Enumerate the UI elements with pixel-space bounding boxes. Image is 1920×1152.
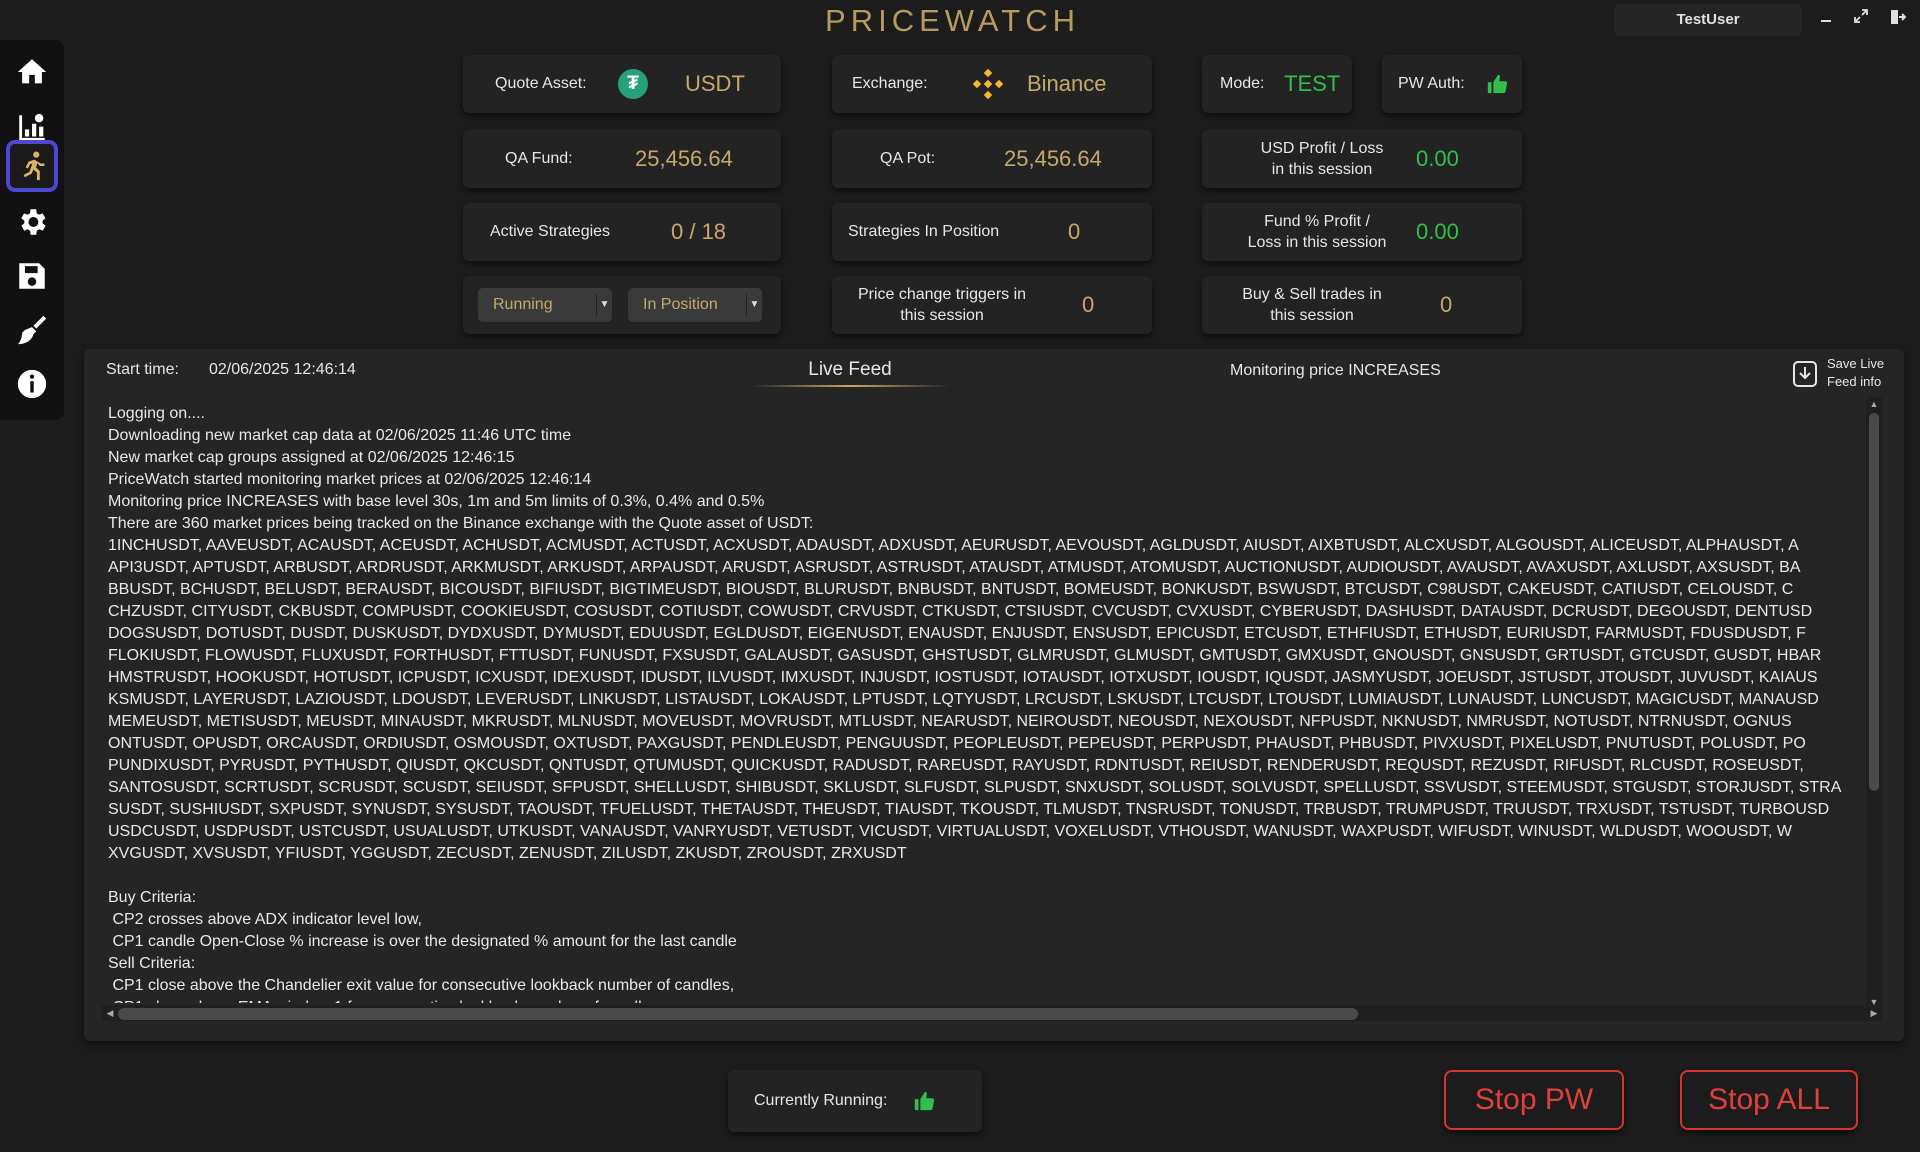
broom-icon[interactable] — [6, 304, 58, 356]
stop-all-button[interactable]: Stop ALL — [1680, 1070, 1858, 1130]
quote-asset-value: USDT — [685, 71, 745, 96]
live-feed-panel: Start time: 02/06/2025 12:46:14 Live Fee… — [84, 349, 1904, 1041]
qa-pot-value: 25,456.64 — [1004, 146, 1102, 171]
price-triggers-value: 0 — [1082, 292, 1095, 317]
live-feed-title: Live Feed — [808, 359, 892, 380]
pw-auth-label: PW Auth: — [1398, 75, 1465, 92]
scroll-right-icon[interactable]: ▶ — [1867, 1006, 1881, 1020]
scroll-left-icon[interactable]: ◀ — [103, 1006, 117, 1020]
trades-card: Buy & Sell trades in this session 0 — [1202, 276, 1522, 334]
fund-pct-label: Fund % Profit / Loss in this session — [1247, 213, 1387, 251]
mode-label: Mode: — [1220, 75, 1265, 92]
chevron-down-icon: ▼ — [746, 294, 762, 316]
status-dropdown-value: Running — [493, 296, 553, 313]
fund-pct-card: Fund % Profit / Loss in this session 0.0… — [1202, 203, 1522, 261]
exit-icon[interactable] — [1887, 8, 1909, 30]
download-icon[interactable] — [1792, 360, 1818, 388]
horizontal-scrollbar[interactable]: ◀ ▶ — [102, 1005, 1882, 1021]
strategies-in-position-card: Strategies In Position 0 — [832, 203, 1152, 261]
qa-fund-card: QA Fund: 25,456.64 — [463, 130, 781, 188]
qa-pot-label: QA Pot: — [880, 150, 936, 167]
fund-pct-value: 0.00 — [1416, 219, 1459, 244]
thumbs-up-icon — [915, 1091, 935, 1111]
info-icon[interactable] — [6, 358, 58, 410]
exchange-card: Exchange: Binance — [832, 55, 1152, 113]
position-dropdown[interactable]: In Position ▼ — [628, 288, 762, 322]
active-strategies-value: 0 / 18 — [671, 219, 727, 244]
price-triggers-label: Price change triggers in this session — [857, 286, 1027, 324]
save-feed-button[interactable]: Save Live Feed info — [1827, 355, 1884, 391]
sidebar — [0, 40, 64, 420]
chevron-down-icon: ▼ — [596, 294, 612, 316]
gear-icon[interactable] — [6, 196, 58, 248]
usd-pl-label: USD Profit / Loss in this session — [1260, 140, 1384, 178]
user-badge[interactable]: TestUser — [1614, 4, 1802, 36]
pw-auth-card: PW Auth: — [1382, 55, 1522, 113]
usd-pl-value: 0.00 — [1416, 146, 1459, 171]
horizontal-scroll-thumb[interactable] — [118, 1008, 1358, 1020]
start-time-value: 02/06/2025 12:46:14 — [209, 361, 356, 378]
status-dropdown[interactable]: Running ▼ — [478, 288, 612, 322]
strategies-in-position-value: 0 — [1068, 219, 1081, 244]
vertical-scrollbar[interactable]: ▲ ▼ — [1866, 397, 1882, 1009]
minimize-icon[interactable] — [1815, 8, 1837, 30]
monitoring-status: Monitoring price INCREASES — [1230, 362, 1441, 379]
currently-running-label: Currently Running: — [754, 1092, 888, 1109]
price-triggers-card: Price change triggers in this session 0 — [832, 276, 1152, 334]
qa-fund-value: 25,456.64 — [635, 146, 733, 171]
exchange-label: Exchange: — [852, 75, 928, 92]
live-feed-log[interactable]: Logging on.... Downloading new market ca… — [108, 403, 1868, 1003]
quote-asset-label: Quote Asset: — [495, 75, 587, 92]
trades-label: Buy & Sell trades in this session — [1242, 286, 1382, 324]
usd-pl-card: USD Profit / Loss in this session 0.00 — [1202, 130, 1522, 188]
mode-card: Mode: TEST — [1202, 55, 1352, 113]
stop-pw-button[interactable]: Stop PW — [1444, 1070, 1624, 1130]
qa-fund-label: QA Fund: — [505, 150, 573, 167]
quote-asset-card: Quote Asset: ₮ USDT — [463, 55, 781, 113]
tether-icon: ₮ — [618, 69, 648, 99]
scroll-up-icon[interactable]: ▲ — [1867, 397, 1881, 411]
trades-value: 0 — [1440, 292, 1453, 317]
position-dropdown-value: In Position — [643, 296, 718, 313]
start-time-label: Start time: — [106, 361, 179, 378]
title-bar: PRICEWATCH TestUser — [0, 0, 1920, 40]
thumbs-up-icon — [1487, 74, 1508, 94]
strategies-in-position-label: Strategies In Position — [848, 223, 1000, 240]
title-underline — [750, 385, 950, 387]
save-icon[interactable] — [6, 250, 58, 302]
vertical-scroll-thumb[interactable] — [1869, 413, 1879, 791]
restore-icon[interactable] — [1850, 8, 1872, 30]
exchange-value: Binance — [1027, 71, 1107, 96]
active-strategies-card: Active Strategies 0 / 18 — [463, 203, 781, 261]
active-strategies-label: Active Strategies — [490, 223, 611, 240]
home-icon[interactable] — [6, 46, 58, 98]
currently-running-card: Currently Running: — [728, 1070, 982, 1132]
mode-value: TEST — [1284, 71, 1341, 96]
binance-icon — [972, 68, 1004, 100]
running-man-icon[interactable] — [6, 140, 58, 192]
qa-pot-card: QA Pot: 25,456.64 — [832, 130, 1152, 188]
